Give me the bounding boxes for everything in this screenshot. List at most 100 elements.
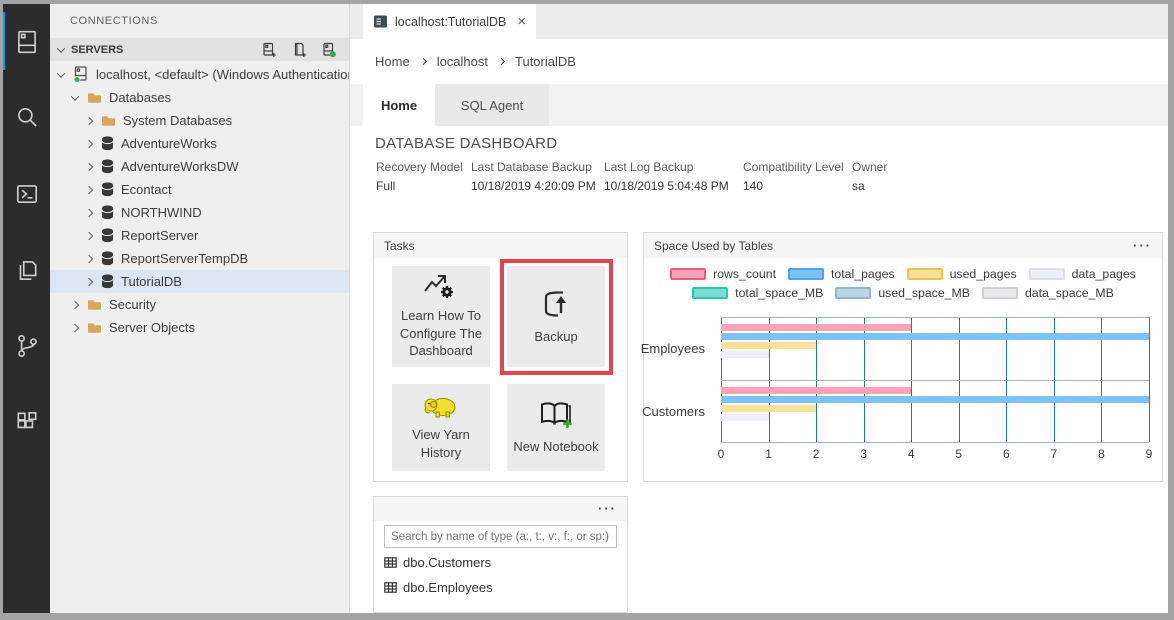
category-label: Customers <box>644 380 714 443</box>
object-item-dbo-employees[interactable]: dbo.Employees <box>374 576 627 598</box>
object-search-input[interactable] <box>384 525 617 548</box>
extensions-icon <box>14 409 40 435</box>
tree-item-server-objects[interactable]: Server Objects <box>50 316 349 339</box>
folder-icon <box>87 92 102 104</box>
tree-item-localhost[interactable]: localhost, <default> (Windows Authentica… <box>50 63 349 86</box>
tree-item-security[interactable]: Security <box>50 293 349 316</box>
x-tick-label: 0 <box>718 447 725 461</box>
servers-section-header[interactable]: SERVERS <box>50 38 349 61</box>
prop-value: 10/18/2019 5:04:48 PM <box>604 179 729 193</box>
learn-how-to-configure-button[interactable]: Learn How To Configure The Dashboard <box>392 266 490 367</box>
tree-item-reportserver[interactable]: ReportServer <box>50 224 349 247</box>
x-tick-label: 9 <box>1146 447 1153 461</box>
breadcrumb-home[interactable]: Home <box>375 54 410 69</box>
tab-localhost-tutorialdb[interactable]: localhost:TutorialDB × <box>363 4 536 39</box>
x-tick-label: 7 <box>1051 447 1058 461</box>
elephant-icon <box>423 394 459 418</box>
view-yarn-history-button[interactable]: View Yarn History <box>392 384 490 471</box>
table-icon <box>384 582 397 593</box>
tree-item-econtact[interactable]: Econtact <box>50 178 349 201</box>
chevron-down-icon <box>57 44 65 52</box>
tree-item-northwind[interactable]: NORTHWIND <box>50 201 349 224</box>
bar-total_pages <box>721 396 1149 403</box>
tree-item-reportservertempdb[interactable]: ReportServerTempDB <box>50 247 349 270</box>
tree-item-adventureworksdw[interactable]: AdventureWorksDW <box>50 155 349 178</box>
chevron-right-icon <box>420 58 427 65</box>
prop-label: Last Log Backup <box>604 160 729 174</box>
space-used-panel-header: Space Used by Tables ··· <box>644 233 1162 258</box>
tree-item-system-databases[interactable]: System Databases <box>50 109 349 132</box>
extensions-activity-button[interactable] <box>3 384 50 460</box>
x-tick-label: 1 <box>765 447 772 461</box>
chevron-right-icon <box>85 254 93 262</box>
editor-area: localhost:TutorialDB × Home localhost Tu… <box>350 4 1168 613</box>
more-options-icon[interactable]: ··· <box>598 505 617 513</box>
object-item-label: dbo.Employees <box>403 580 493 595</box>
legend-swatch <box>670 268 706 280</box>
tree-item-label: AdventureWorks <box>121 136 217 151</box>
breadcrumb-tutorialdb[interactable]: TutorialDB <box>515 54 576 69</box>
new-connection-icon[interactable] <box>261 42 277 58</box>
legend-label: rows_count <box>713 267 776 281</box>
tab-sql-agent[interactable]: SQL Agent <box>435 84 549 126</box>
database-icon <box>101 136 114 151</box>
task-button-label: Backup <box>534 328 577 346</box>
source-control-activity-button[interactable] <box>3 308 50 384</box>
chevron-right-icon <box>85 116 93 124</box>
object-search-panel-header: ··· <box>374 497 627 521</box>
breadcrumb: Home localhost TutorialDB <box>350 39 1168 84</box>
tab-close-icon[interactable]: × <box>517 13 526 30</box>
tasks-panel-header: Tasks <box>374 233 627 258</box>
chevron-down-icon <box>71 92 79 100</box>
prop-last-database-backup: Last Database Backup 10/18/2019 4:20:09 … <box>471 160 596 193</box>
tree-item-adventureworks[interactable]: AdventureWorks <box>50 132 349 155</box>
breadcrumb-localhost[interactable]: localhost <box>437 54 488 69</box>
prop-label: Recovery Model <box>376 160 463 174</box>
tree-item-label: Databases <box>109 90 171 105</box>
new-notebook-button[interactable]: New Notebook <box>507 384 605 471</box>
servers-tree: localhost, <default> (Windows Authentica… <box>50 61 349 339</box>
x-tick-label: 4 <box>908 447 915 461</box>
copy-pages-icon <box>14 257 40 283</box>
legend-label: total_space_MB <box>735 286 823 300</box>
dashboard-tab-icon <box>373 14 388 29</box>
tree-item-tutorialdb[interactable]: TutorialDB <box>50 270 349 293</box>
terminal-activity-button[interactable] <box>3 156 50 232</box>
legend-label: data_pages <box>1072 267 1136 281</box>
backup-button[interactable]: Backup <box>507 266 605 367</box>
tree-item-label: ReportServer <box>121 228 198 243</box>
legend-item-data_space_MB: data_space_MB <box>982 286 1114 300</box>
sidebar-title: CONNECTIONS <box>50 4 349 38</box>
terminal-icon <box>14 181 40 207</box>
chart-plot <box>721 317 1149 443</box>
x-tick-label: 3 <box>860 447 867 461</box>
tree-item-databases[interactable]: Databases <box>50 86 349 109</box>
more-options-icon[interactable]: ··· <box>1133 242 1152 250</box>
legend-swatch <box>788 268 824 280</box>
legend-item-total_pages: total_pages <box>788 267 895 281</box>
active-view-indicator <box>3 12 5 70</box>
prop-label: Last Database Backup <box>471 160 596 174</box>
search-activity-button[interactable] <box>3 80 50 156</box>
tab-home[interactable]: Home <box>363 84 435 126</box>
x-tick-label: 5 <box>955 447 962 461</box>
connections-icon <box>14 29 40 55</box>
chart-band-employees <box>721 317 1149 380</box>
legend-swatch <box>835 287 871 299</box>
chevron-down-icon <box>57 69 65 77</box>
notebooks-activity-button[interactable] <box>3 232 50 308</box>
legend-item-rows_count: rows_count <box>670 267 776 281</box>
active-connections-icon[interactable] <box>321 42 337 58</box>
object-item-dbo-customers[interactable]: dbo.Customers <box>374 551 627 573</box>
table-icon <box>384 557 397 568</box>
legend-row-1: rows_counttotal_pagesused_pagesdata_page… <box>644 267 1162 281</box>
connections-activity-button[interactable] <box>3 4 50 80</box>
bar-data_pages <box>721 351 769 358</box>
search-icon <box>14 105 40 131</box>
new-server-group-icon[interactable] <box>291 42 307 58</box>
bar-rows_count <box>721 387 911 394</box>
prop-value: sa <box>852 179 887 193</box>
folder-icon <box>101 115 116 127</box>
activity-bar <box>3 4 50 613</box>
chevron-right-icon <box>85 208 93 216</box>
